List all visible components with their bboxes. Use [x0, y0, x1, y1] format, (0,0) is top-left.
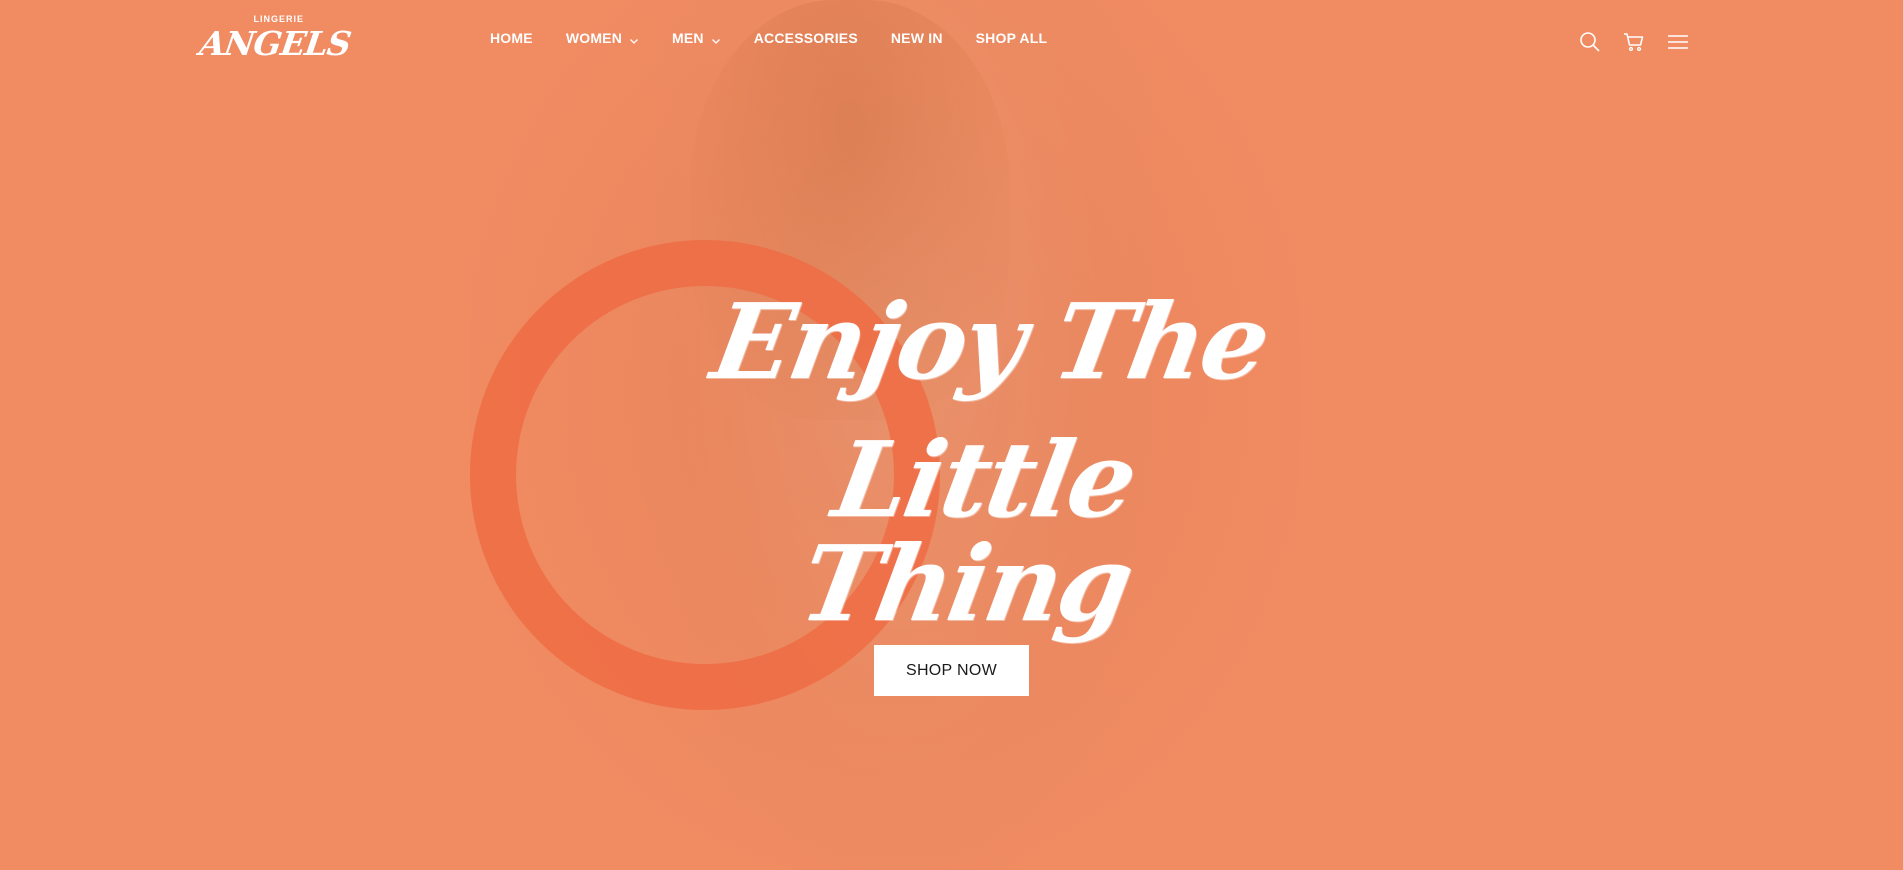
nav-item-shop-all[interactable]: SHOP ALL [976, 30, 1048, 46]
nav-item-new-in[interactable]: NEW IN [891, 30, 943, 46]
hero-headline: Enjoy The Little Thing [650, 280, 1290, 645]
chevron-down-icon [711, 33, 721, 44]
menu-icon[interactable] [1666, 30, 1690, 54]
brand-logo[interactable]: LINGERIE ANGELS [197, 14, 353, 68]
nav-item-men[interactable]: MEN [672, 30, 721, 46]
brand-sub-label: LINGERIE [253, 14, 304, 24]
headline-line-2: Little Thing [792, 418, 1144, 645]
shop-now-button[interactable]: SHOP NOW [874, 645, 1029, 696]
nav-item-label: SHOP ALL [975, 30, 1048, 46]
main-nav: HOME WOMEN MEN ACCESSORIES NEW IN SHOP A… [490, 30, 1080, 46]
search-icon[interactable] [1578, 30, 1602, 54]
nav-item-label: ACCESSORIES [753, 30, 858, 46]
nav-item-home[interactable]: HOME [490, 30, 533, 46]
nav-item-label: MEN [672, 30, 704, 46]
chevron-down-icon [629, 33, 639, 44]
header-actions [1578, 30, 1690, 54]
nav-item-label: WOMEN [565, 30, 623, 46]
nav-item-women[interactable]: WOMEN [566, 30, 639, 46]
headline-line-1: Enjoy The [703, 280, 1277, 403]
top-navbar: LINGERIE ANGELS HOME WOMEN MEN ACCESSORI… [0, 0, 1903, 84]
cart-icon[interactable] [1622, 30, 1646, 54]
brand-name: ANGELS [197, 24, 353, 63]
nav-item-accessories[interactable]: ACCESSORIES [754, 30, 858, 46]
nav-item-label: HOME [490, 30, 533, 46]
nav-item-label: NEW IN [890, 30, 943, 46]
